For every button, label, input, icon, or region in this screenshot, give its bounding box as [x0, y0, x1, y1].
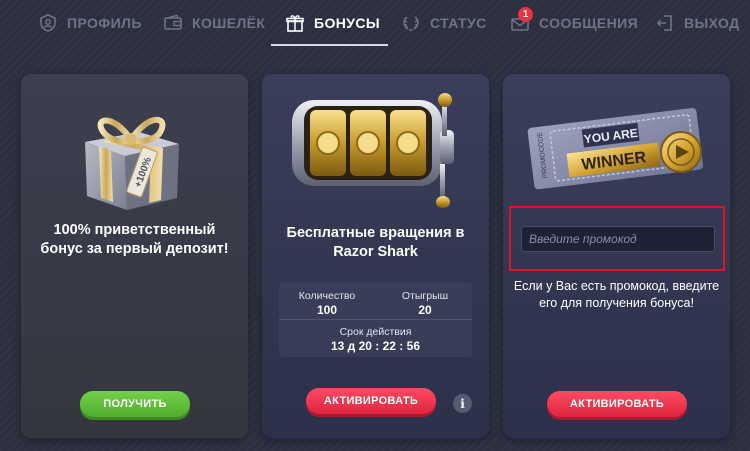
- promo-code-card: PROMOCODE YOU ARE WINNER Если у Вас есть…: [503, 74, 730, 438]
- wager-label: Отыгрыш: [401, 290, 449, 302]
- top-nav: ПРОФИЛЬ КОШЕЛЁК БОНУСЫ СТАТУС СООБЩЕНИЯ …: [0, 0, 750, 46]
- expiry-countdown: 13 д 20 : 22 : 56: [330, 339, 420, 353]
- unread-messages-badge: 1: [518, 7, 533, 22]
- promo-description: Если у Вас есть промокод, введите его дл…: [513, 279, 720, 310]
- free-spins-stats: Количество 100 Отыгрыш 20 Срок действия …: [279, 282, 472, 357]
- gift-box-illustration: +100%: [85, 116, 179, 210]
- gift-icon: [285, 13, 305, 33]
- nav-tab-label: СООБЩЕНИЯ: [539, 15, 639, 31]
- nav-tab-status[interactable]: СТАТУС: [401, 0, 487, 46]
- nav-tab-label: ВЫХОД: [684, 15, 740, 31]
- wallet-icon: [163, 13, 183, 33]
- slot-machine-illustration: [292, 93, 454, 208]
- nav-tab-label: ПРОФИЛЬ: [67, 15, 142, 31]
- free-spins-card: Бесплатные вращения в Razor Shark Количе…: [262, 74, 489, 438]
- info-icon[interactable]: i: [453, 394, 472, 413]
- free-spins-title: Бесплатные вращения в Razor Shark: [286, 225, 465, 260]
- nav-tab-bonuses[interactable]: БОНУСЫ: [285, 0, 380, 46]
- winner-ticket-illustration: PROMOCODE YOU ARE WINNER: [527, 108, 704, 190]
- nav-tab-label: БОНУСЫ: [314, 15, 380, 31]
- nav-tab-label: КОШЕЛЁК: [192, 15, 266, 31]
- nav-tab-wallet[interactable]: КОШЕЛЁК: [163, 0, 265, 46]
- stats-divider: [279, 319, 472, 320]
- nav-tab-exit[interactable]: ВЫХОД: [655, 0, 739, 46]
- wager-value: 20: [418, 303, 432, 317]
- claim-bonus-button[interactable]: ПОЛУЧИТЬ: [80, 391, 190, 417]
- exit-door-icon: [655, 13, 675, 33]
- active-tab-indicator: [271, 44, 388, 46]
- activate-spins-button[interactable]: АКТИВИРОВАТЬ: [306, 388, 436, 414]
- profile-shield-icon: [38, 13, 58, 33]
- welcome-bonus-title: 100% приветственный бонус за первый депо…: [40, 222, 229, 257]
- spins-quantity-value: 100: [316, 303, 338, 317]
- promo-input-highlight: [509, 206, 725, 271]
- nav-tab-profile[interactable]: ПРОФИЛЬ: [38, 0, 142, 46]
- nav-tab-messages[interactable]: СООБЩЕНИЯ: [510, 0, 638, 46]
- laurel-icon: [401, 13, 421, 33]
- expiry-label: Срок действия: [339, 326, 412, 338]
- welcome-bonus-card: +100% 100% приветственный бонус за первы…: [21, 74, 248, 438]
- activate-promo-button[interactable]: АКТИВИРОВАТЬ: [547, 391, 687, 417]
- spins-quantity-label: Количество: [298, 290, 356, 302]
- nav-tab-label: СТАТУС: [430, 15, 487, 31]
- promo-code-input[interactable]: [521, 226, 715, 252]
